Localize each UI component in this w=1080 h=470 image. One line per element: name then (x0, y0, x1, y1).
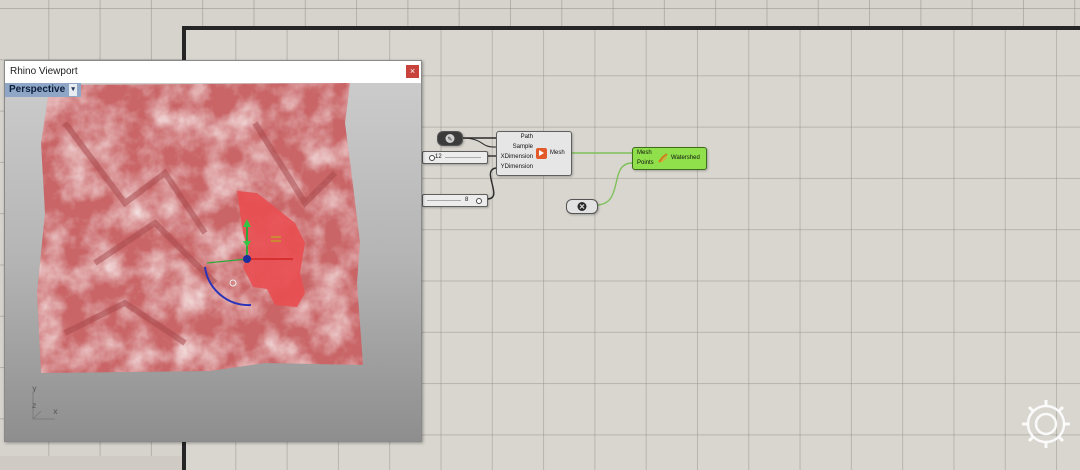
close-icon[interactable]: × (406, 65, 419, 78)
slider-track (427, 200, 461, 201)
viewport-title: Rhino Viewport (10, 66, 78, 77)
axis-indicator-icon (32, 393, 55, 420)
input-ydimension-label: YDimension (500, 164, 533, 170)
watershed-component[interactable]: Mesh Points Watershed (632, 147, 707, 170)
input-sample-label: Sample (512, 144, 533, 150)
slider-ydimension[interactable]: 8 (422, 194, 488, 207)
axis-y-label: y (32, 384, 37, 393)
watershed-icon (658, 153, 668, 163)
watermark-logo-icon (1022, 400, 1070, 448)
slider-ydimension-value: 8 (465, 197, 469, 203)
slider-grip[interactable] (429, 155, 435, 161)
file-path-param[interactable]: ✎ (437, 131, 463, 146)
axis-x-label: x (53, 407, 58, 416)
input-points-label: Points (637, 160, 654, 166)
axis-z-label: z (32, 401, 37, 410)
perspective-viewport[interactable]: Perspective ▾ y z x (5, 83, 421, 441)
mesh-from-image-component[interactable]: Path Sample XDimension YDimension Mesh (496, 131, 572, 176)
slider-xdimension[interactable]: 12 (422, 151, 488, 164)
rhino-viewport-window[interactable]: Rhino Viewport × Perspective ▾ y z x (4, 60, 422, 442)
wire-sample (460, 137, 497, 148)
svg-text:✎: ✎ (447, 136, 452, 143)
input-path-label: Path (520, 134, 533, 140)
file-path-icon: ✎ (445, 134, 455, 143)
wire-ydimension (486, 167, 497, 200)
point-icon (577, 202, 587, 211)
point-param[interactable] (566, 199, 598, 214)
slider-grip[interactable] (476, 198, 482, 204)
mesh-component-icon (536, 148, 547, 159)
slider-track (445, 157, 481, 158)
view-name-label: Perspective (9, 84, 66, 95)
viewport-titlebar[interactable]: Rhino Viewport × (5, 61, 421, 83)
chevron-down-icon[interactable]: ▾ (69, 84, 78, 96)
output-mesh-label: Mesh (550, 150, 565, 156)
view-name-tab[interactable]: Perspective ▾ (5, 83, 82, 97)
wire-points (595, 162, 633, 206)
slider-xdimension-value: 12 (435, 154, 442, 160)
output-watershed-label: Watershed (671, 155, 700, 161)
terrain-mesh (37, 83, 363, 373)
input-xdimension-label: XDimension (500, 154, 533, 160)
input-mesh-label: Mesh (637, 150, 652, 156)
